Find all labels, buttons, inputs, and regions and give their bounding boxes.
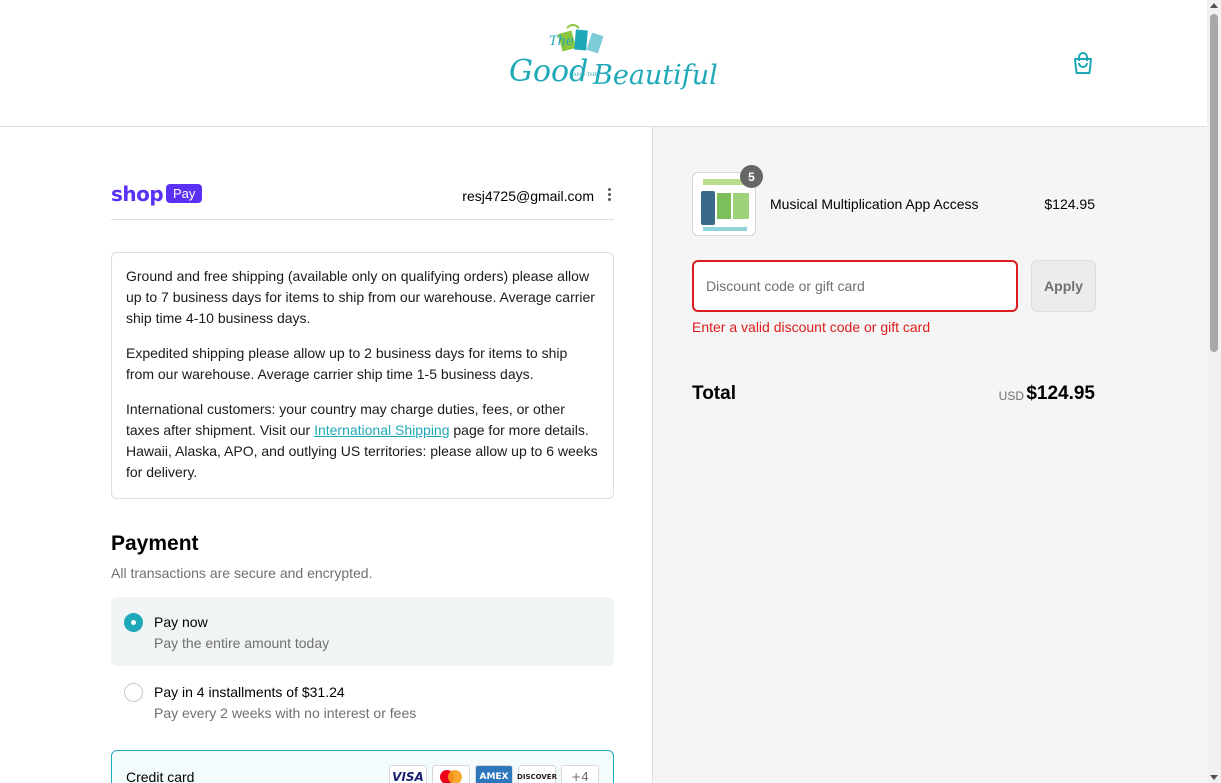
pay-now-label: Pay now [154, 614, 208, 630]
pay-installments-radio[interactable] [124, 683, 143, 702]
payment-subtitle: All transactions are secure and encrypte… [111, 565, 373, 581]
account-email: resj4725@gmail.com [462, 188, 594, 204]
credit-card-label: Credit card [126, 769, 195, 783]
shop-pay-account-row: shop Pay resj4725@gmail.com [111, 180, 614, 220]
order-summary: 5 Musical Multiplication App Access $124… [652, 127, 1207, 783]
pay-now-radio[interactable] [124, 613, 143, 632]
logo-beautiful: Beautiful [593, 60, 718, 91]
total-currency: USD [998, 389, 1024, 403]
visa-icon: VISA [389, 765, 427, 783]
total-amount: $124.95 [1026, 383, 1095, 404]
mastercard-icon [432, 765, 470, 783]
store-logo[interactable]: The Good AND THE Beautiful [505, 24, 718, 102]
pay-installments-label: Pay in 4 installments of $31.24 [154, 684, 345, 700]
notice-paragraph: Expedited shipping please allow up to 2 … [126, 345, 568, 382]
pay-installments-sublabel: Pay every 2 weeks with no interest or fe… [154, 705, 417, 721]
international-shipping-link[interactable]: International Shipping [314, 422, 449, 438]
shop-pay-badge: Pay [166, 184, 203, 203]
discount-code-input[interactable] [692, 260, 1018, 312]
more-options-icon[interactable] [606, 186, 612, 204]
quantity-badge: 5 [740, 165, 763, 188]
scroll-thumb[interactable] [1210, 14, 1218, 352]
shop-logo: shop [111, 182, 164, 206]
pay-now-sublabel: Pay the entire amount today [154, 635, 330, 651]
credit-card-option[interactable]: Credit card VISA AMEX DISCOVER +4 [111, 750, 614, 783]
checkout-main: shop Pay resj4725@gmail.com Ground and f… [0, 127, 652, 783]
more-cards-badge: +4 [561, 765, 599, 783]
total-label: Total [692, 383, 736, 404]
pay-now-option[interactable]: Pay now Pay the entire amount today [111, 597, 614, 666]
product-price: $124.95 [1044, 196, 1095, 212]
payment-title: Payment [111, 532, 199, 555]
discover-icon: DISCOVER [517, 765, 557, 783]
page-scrollbar[interactable] [1207, 0, 1221, 783]
notice-paragraph: International customers: your country ma… [126, 399, 599, 483]
site-header: The Good AND THE Beautiful [0, 0, 1207, 127]
card-brands: VISA AMEX DISCOVER +4 [389, 765, 599, 783]
scroll-up-icon[interactable] [1210, 3, 1218, 8]
pay-installments-option[interactable]: Pay in 4 installments of $31.24 Pay ever… [111, 667, 614, 736]
product-name: Musical Multiplication App Access [770, 196, 979, 212]
amex-icon: AMEX [475, 765, 513, 783]
shopping-bag-icon[interactable] [1070, 50, 1096, 76]
logo-the: The [549, 34, 574, 49]
apply-discount-button[interactable]: Apply [1031, 260, 1096, 312]
scroll-down-icon[interactable] [1210, 775, 1218, 780]
discount-error-message: Enter a valid discount code or gift card [692, 319, 931, 335]
shipping-notice: Ground and free shipping (available only… [111, 252, 614, 499]
notice-paragraph: Ground and free shipping (available only… [126, 268, 595, 326]
